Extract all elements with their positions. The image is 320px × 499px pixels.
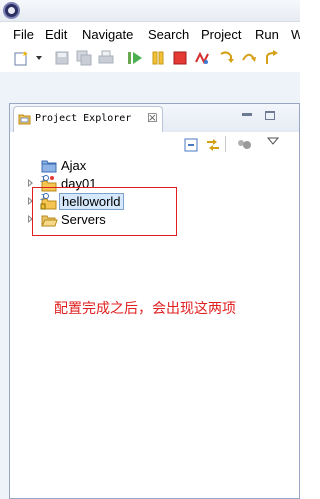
main-toolbar bbox=[0, 46, 300, 72]
run-icon[interactable] bbox=[127, 50, 143, 66]
menu-bar: File Edit Navigate Search Project Run W bbox=[0, 24, 300, 46]
save-icon[interactable] bbox=[54, 50, 70, 66]
toolbar-separator bbox=[286, 51, 287, 66]
step-over-icon[interactable] bbox=[241, 50, 257, 66]
link-with-editor-icon[interactable] bbox=[205, 137, 221, 153]
terminate-icon[interactable] bbox=[172, 50, 188, 66]
menu-search[interactable]: Search bbox=[148, 27, 189, 42]
view-header: Project Explorer ☒ bbox=[10, 104, 299, 132]
title-bar bbox=[0, 0, 300, 22]
dropdown-arrow-icon[interactable] bbox=[35, 50, 43, 66]
tree-item-ajax[interactable]: Ajax bbox=[10, 157, 210, 175]
toolbar-separator bbox=[119, 51, 120, 66]
menu-project[interactable]: Project bbox=[201, 27, 241, 42]
menu-file[interactable]: File bbox=[13, 27, 34, 42]
menu-window[interactable]: W bbox=[291, 27, 300, 42]
project-explorer-icon bbox=[18, 114, 31, 125]
view-toolbar bbox=[10, 132, 299, 156]
expand-arrow-icon[interactable] bbox=[28, 179, 33, 187]
save-all-icon[interactable] bbox=[76, 50, 92, 66]
menu-run[interactable]: Run bbox=[255, 27, 279, 42]
highlight-box bbox=[32, 187, 177, 236]
print-icon[interactable] bbox=[98, 50, 114, 66]
suspend-icon[interactable] bbox=[150, 50, 166, 66]
step-return-icon[interactable] bbox=[264, 50, 280, 66]
tab-project-explorer[interactable]: Project Explorer ☒ bbox=[13, 106, 163, 132]
eclipse-icon[interactable] bbox=[3, 2, 20, 19]
close-icon[interactable]: ☒ bbox=[147, 111, 158, 125]
project-folder-icon bbox=[41, 160, 57, 173]
toolbar-separator bbox=[212, 51, 213, 66]
new-wizard-icon[interactable] bbox=[14, 50, 30, 66]
step-into-icon[interactable] bbox=[219, 50, 235, 66]
tab-label: Project Explorer bbox=[35, 113, 132, 124]
annotation-text: 配置完成之后，会出现这两项 bbox=[54, 301, 236, 317]
menu-edit[interactable]: Edit bbox=[45, 27, 67, 42]
disconnect-icon[interactable] bbox=[194, 50, 210, 66]
maximize-view-button[interactable] bbox=[265, 111, 275, 120]
minimize-view-button[interactable] bbox=[242, 113, 252, 116]
tree-item-label: Ajax bbox=[61, 158, 87, 173]
menu-navigate[interactable]: Navigate bbox=[82, 27, 133, 42]
view-toolbar-separator bbox=[225, 136, 226, 152]
toolbar-separator bbox=[47, 51, 48, 66]
view-menu-icon[interactable] bbox=[267, 137, 279, 145]
filter-icon[interactable] bbox=[236, 138, 252, 152]
collapse-all-icon[interactable] bbox=[184, 138, 198, 152]
